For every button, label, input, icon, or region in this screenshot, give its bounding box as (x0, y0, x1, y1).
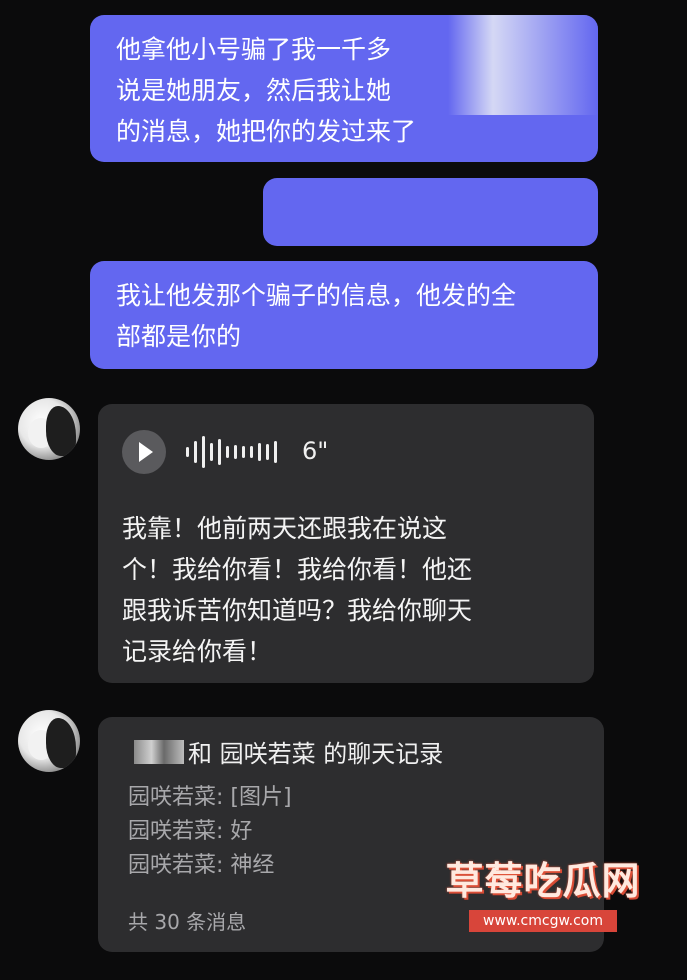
message-line: 我让他发那个骗子的信息，他发的全 (116, 281, 517, 310)
preview-line: 园咲若菜: 神经 (128, 853, 275, 878)
message-count: 共 30 条消息 (128, 910, 247, 934)
play-icon[interactable] (122, 430, 166, 474)
voice-message-bubble[interactable]: 6" 我靠！他前两天还跟我在说这 个！我给你看！我给你看！他还 跟我诉苦你知道吗… (98, 404, 594, 683)
voice-transcript: 我靠！他前两天还跟我在说这 个！我给你看！我给你看！他还 跟我诉苦你知道吗？我给… (122, 508, 562, 672)
transcript-line: 记录给你看！ (122, 637, 273, 666)
preview-line: 园咲若菜: 好 (128, 819, 253, 844)
contact-avatar[interactable] (18, 710, 80, 772)
site-watermark: 草莓吃瓜网 www.cmcgw.com (438, 858, 648, 932)
message-line: 部都是你的 (116, 322, 242, 351)
redaction-blur (448, 15, 598, 115)
voice-duration: 6" (302, 437, 329, 465)
redacted-name (134, 740, 184, 764)
waveform-icon (186, 432, 281, 472)
contact-avatar[interactable] (18, 398, 80, 460)
chat-record-title: 和 园咲若菜 的聊天记录 (134, 735, 443, 773)
watermark-url: www.cmcgw.com (469, 910, 617, 932)
transcript-line: 跟我诉苦你知道吗？我给你聊天 (122, 596, 473, 625)
message-line: 的消息，她把你的发过来了 (116, 117, 417, 146)
outgoing-message-2-redacted[interactable] (263, 178, 598, 246)
watermark-title: 草莓吃瓜网 (445, 859, 641, 903)
transcript-line: 我靠！他前两天还跟我在说这 (122, 514, 448, 543)
outgoing-message-3[interactable]: 我让他发那个骗子的信息，他发的全 部都是你的 (90, 261, 598, 369)
chat-record-title-text: 和 园咲若菜 的聊天记录 (188, 740, 444, 768)
preview-line: 园咲若菜: [图片] (128, 785, 292, 810)
chat-record-preview: 园咲若菜: [图片] 园咲若菜: 好 园咲若菜: 神经 (128, 781, 292, 883)
transcript-line: 个！我给你看！我给你看！他还 (122, 555, 473, 584)
outgoing-message-1[interactable]: 他拿他小号骗了我一千多 说是她朋友，然后我让她 的消息，她把你的发过来了 (90, 15, 598, 162)
